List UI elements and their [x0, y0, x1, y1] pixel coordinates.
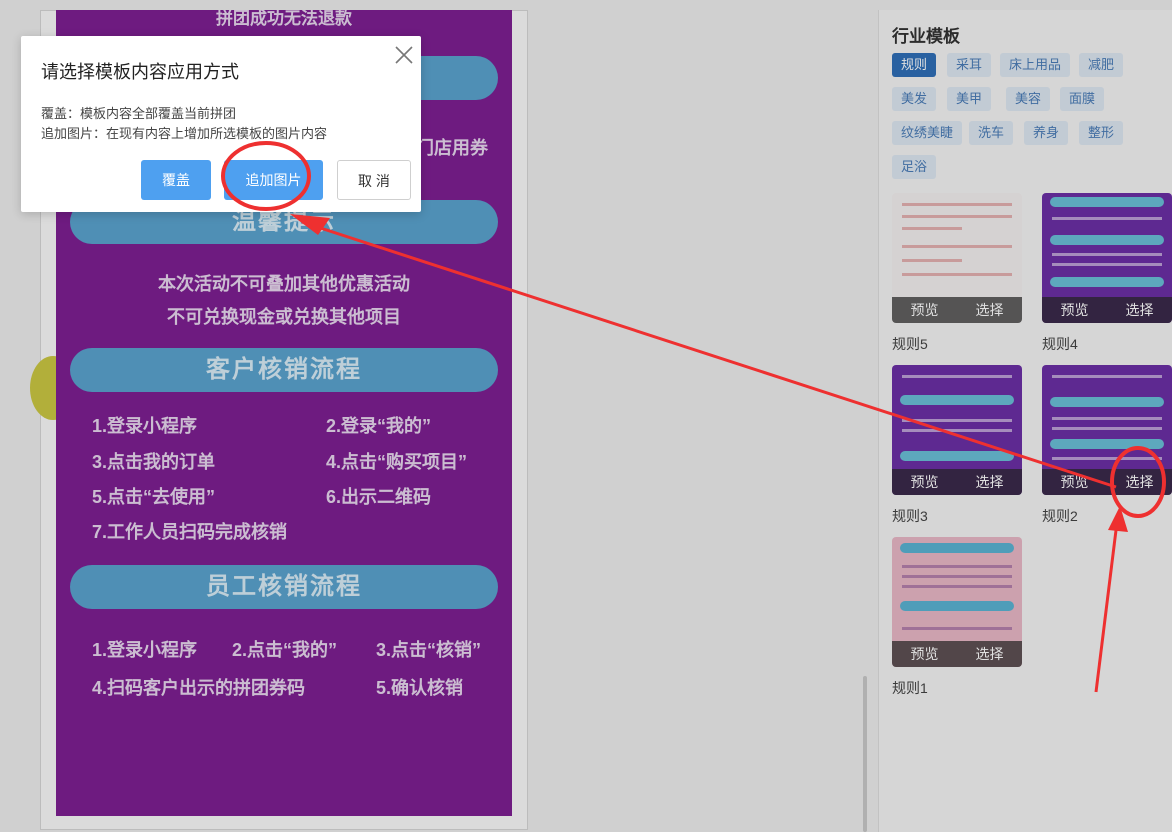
dialog-desc-cover: 覆盖：模板内容全部覆盖当前拼团 — [41, 106, 237, 121]
close-icon[interactable] — [393, 44, 415, 66]
dialog-title: 请选择模板内容应用方式 — [41, 62, 239, 82]
dialog-desc-append: 追加图片：在现有内容上增加所选模板的图片内容 — [41, 126, 328, 141]
cancel-button[interactable]: 取 消 — [337, 160, 411, 200]
cover-button[interactable]: 覆盖 — [141, 160, 211, 200]
append-images-button[interactable]: 追加图片 — [224, 160, 323, 200]
screen: 拼团成功无法退款 门店用券 温馨提示 本次活动不可叠加其他优惠活动 不可兑换现金… — [0, 0, 1172, 832]
apply-mode-dialog: 请选择模板内容应用方式 覆盖：模板内容全部覆盖当前拼团 追加图片：在现有内容上增… — [21, 36, 421, 212]
